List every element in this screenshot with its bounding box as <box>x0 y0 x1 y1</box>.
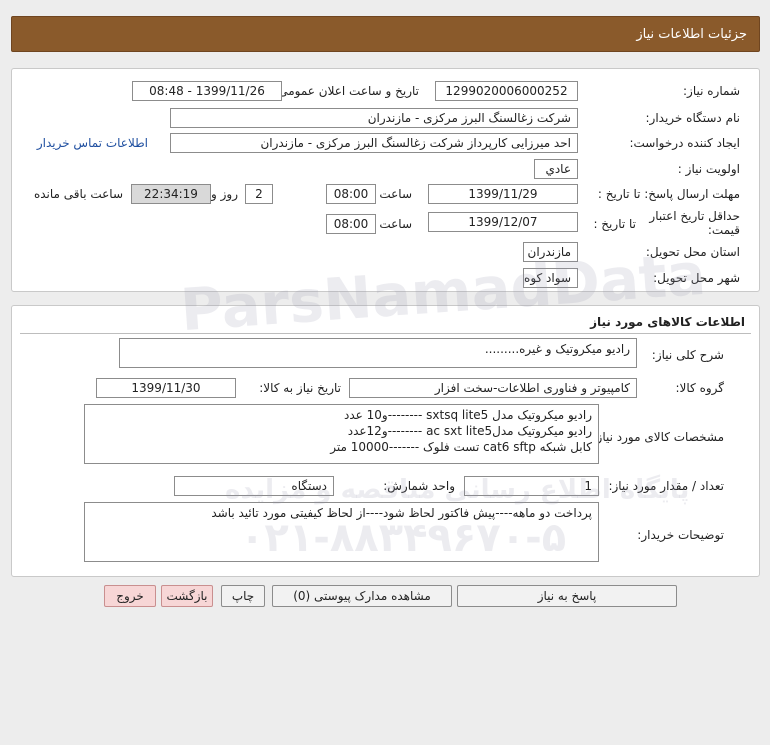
reply-date-field: 1399/11/29 <box>428 184 578 204</box>
province-label: استان محل تحویل: <box>645 245 740 259</box>
buyer-notes-field: پرداخت دو ماهه----پیش فاکتور لحاظ شود---… <box>84 502 599 562</box>
summary-label: شرح کلی نیاز: <box>651 348 724 362</box>
validity-time-field: 08:00 <box>326 214 376 234</box>
spec-line: رادیو میکروتیک مدلac sxt lite5 --------و… <box>347 424 592 438</box>
qty-label: تعداد / مقدار مورد نیاز: <box>608 479 724 493</box>
buyer-org-field: شرکت زغالسنگ البرز مرکزی - مازندران <box>170 108 578 128</box>
goods-title-divider <box>20 333 751 334</box>
priority-label: اولویت نیاز : <box>677 162 740 176</box>
province-field: مازندران <box>523 242 578 262</box>
need-date-field: 1399/11/30 <box>96 378 236 398</box>
reply-to-need-button[interactable]: پاسخ به نیاز <box>457 585 677 607</box>
unit-label: واحد شمارش: <box>383 479 455 493</box>
specs-label: مشخصات کالای مورد نیاز: <box>592 430 724 444</box>
remaining-days-field: 2 <box>245 184 273 204</box>
page-title: جزئیات اطلاعات نیاز <box>636 27 747 42</box>
need-number-label: شماره نیاز: <box>683 84 740 98</box>
requester-field: احد میرزایی کارپرداز شرکت زغالسنگ البرز … <box>170 133 578 153</box>
reply-time-label: ساعت <box>379 187 412 201</box>
remaining-label: ساعت باقی مانده <box>33 187 123 201</box>
goods-section-title: اطلاعات کالاهای مورد نیاز <box>590 315 745 329</box>
group-label: گروه کالا: <box>675 381 725 395</box>
price-validity-label-1: حداقل تاریخ اعتبار <box>649 209 740 223</box>
need-number-field: 1299020006000252 <box>435 81 578 101</box>
city-label: شهر محل تحویل: <box>653 271 740 285</box>
view-attachments-button[interactable]: مشاهده مدارک پیوستی (0) <box>272 585 452 607</box>
spec-line: کابل شبکه cat6 sftp تست فلوک -------1000… <box>330 440 592 454</box>
qty-field: 1 <box>464 476 599 496</box>
buyer-contact-link[interactable]: اطلاعات تماس خریدار <box>37 136 148 150</box>
group-field: کامپیوتر و فناوری اطلاعات-سخت افزار <box>349 378 637 398</box>
remaining-time-field: 22:34:19 <box>131 184 211 204</box>
buyer-notes-label: توضیحات خریدار: <box>637 528 724 542</box>
announce-label: تاریخ و ساعت اعلان عمومی: <box>274 84 419 98</box>
specs-field: رادیو میکروتیک مدل sxtsq lite5 --------و… <box>84 404 599 464</box>
buyer-org-label: نام دستگاه خریدار: <box>645 111 741 125</box>
days-label: روز و <box>211 187 238 201</box>
announce-field: 1399/11/26 - 08:48 <box>132 81 282 101</box>
back-button[interactable]: بازگشت <box>161 585 213 607</box>
unit-field: دستگاه <box>174 476 334 496</box>
goods-info-panel: اطلاعات کالاهای مورد نیاز شرح کلی نیاز: … <box>11 305 760 577</box>
validity-date-field: 1399/12/07 <box>428 212 578 232</box>
need-date-label: تاریخ نیاز به کالا: <box>259 381 341 395</box>
page-header: جزئیات اطلاعات نیاز <box>11 16 760 52</box>
price-validity-label-2: قیمت: <box>707 223 740 237</box>
need-info-panel: شماره نیاز: 1299020006000252 تاریخ و ساع… <box>11 68 760 292</box>
spec-line: رادیو میکروتیک مدل sxtsq lite5 --------و… <box>344 408 592 422</box>
reply-deadline-label: مهلت ارسال پاسخ: تا تاریخ : <box>597 187 740 201</box>
reply-time-field: 08:00 <box>326 184 376 204</box>
priority-field: عادي <box>534 159 578 179</box>
print-button[interactable]: چاپ <box>221 585 265 607</box>
exit-button[interactable]: خروج <box>104 585 156 607</box>
validity-time-label: ساعت <box>379 217 412 231</box>
until-date-label: تا تاریخ : <box>593 217 636 231</box>
summary-field: رادیو میکروتیک و غیره......... <box>119 338 637 368</box>
city-field: سواد کوه <box>523 268 578 288</box>
requester-label: ایجاد کننده درخواست: <box>629 136 740 150</box>
